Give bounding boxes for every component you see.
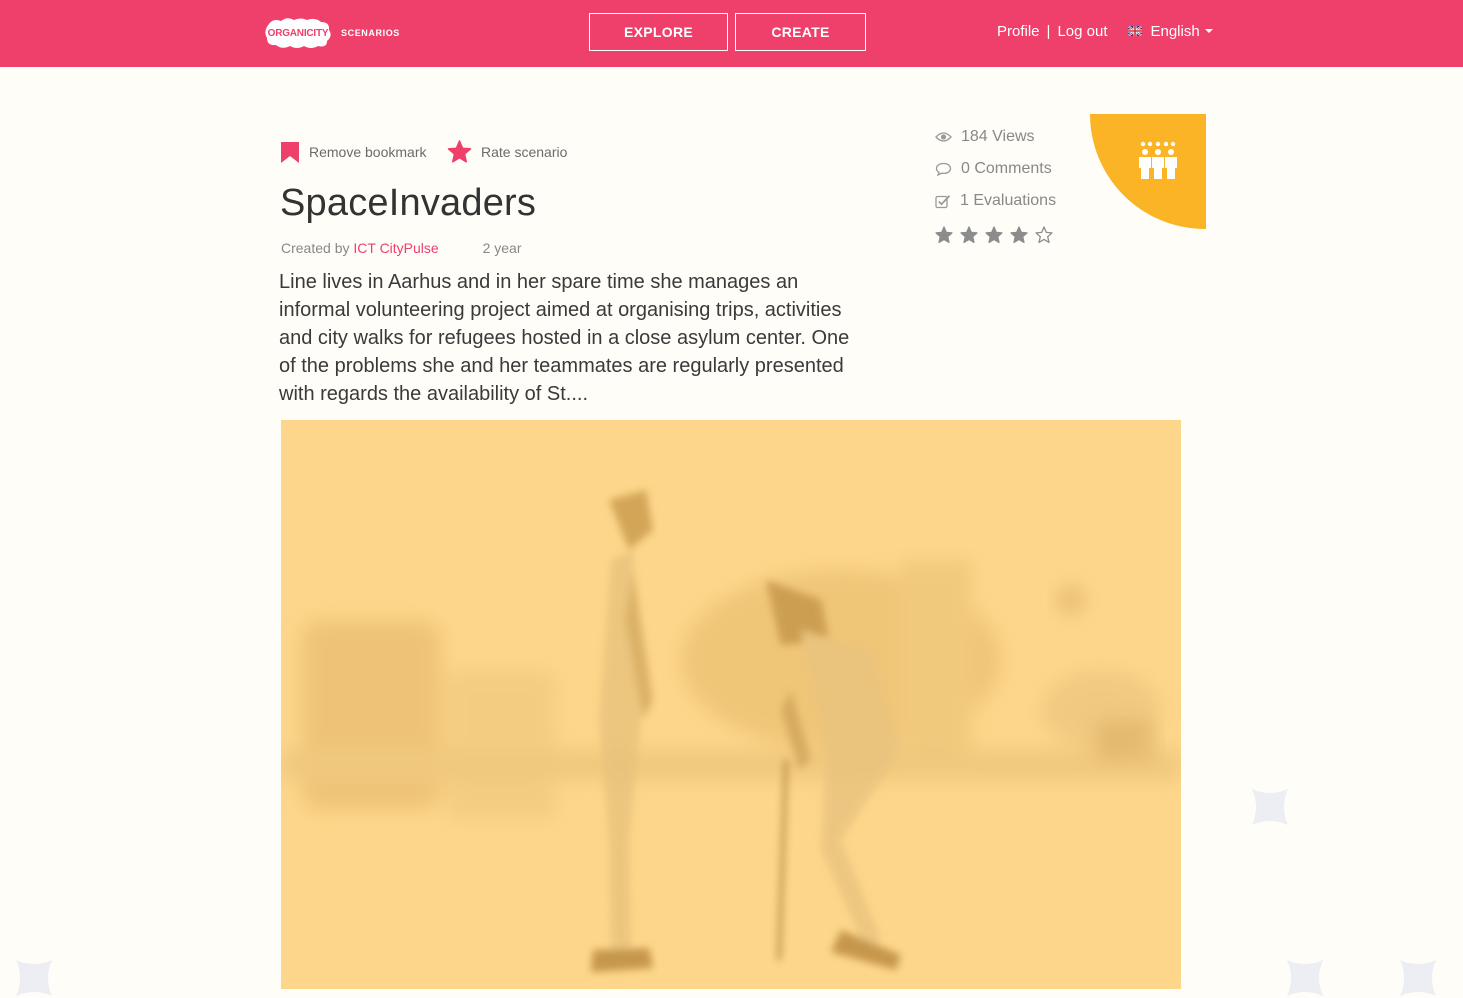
- logo-badge: ORGANICITY: [263, 16, 333, 50]
- language-label: English: [1150, 22, 1200, 40]
- category-badge: [1090, 114, 1206, 229]
- author-link[interactable]: ICT CityPulse: [353, 240, 438, 256]
- logo-text: ORGANICITY: [267, 27, 329, 39]
- star-filled-icon: [985, 226, 1003, 244]
- evaluations-count: 1 Evaluations: [960, 192, 1057, 209]
- top-navbar: ORGANICITY SCENARIOS EXPLORE CREATE Prof…: [0, 0, 1463, 67]
- checkbox-icon: [935, 194, 951, 208]
- user-menu: Profile | Log out English: [997, 20, 1213, 42]
- rating-stars: [935, 226, 1060, 244]
- star-filled-icon: [960, 226, 978, 244]
- eye-icon: [935, 132, 952, 142]
- views-stat: 184 Views: [935, 128, 1035, 146]
- comment-icon: [935, 162, 952, 176]
- star-empty-icon: [1035, 226, 1053, 244]
- sparkle-decoration-icon: [1400, 960, 1436, 996]
- comments-count: 0 Comments: [961, 160, 1052, 177]
- organicity-logo[interactable]: ORGANICITY SCENARIOS: [263, 14, 400, 52]
- bookmark-label: Remove bookmark: [309, 144, 427, 160]
- scenario-age: 2 year: [482, 240, 522, 256]
- star-icon: [447, 140, 472, 163]
- rate-label: Rate scenario: [481, 144, 568, 160]
- language-dropdown[interactable]: English: [1128, 22, 1213, 40]
- evaluations-stat: 1 Evaluations: [935, 192, 1056, 210]
- scenario-title: SpaceInvaders: [280, 182, 537, 224]
- comments-stat: 0 Comments: [935, 160, 1052, 178]
- people-group-icon: [1139, 141, 1177, 179]
- uk-flag-icon: [1128, 26, 1143, 36]
- explore-button[interactable]: EXPLORE: [589, 13, 728, 51]
- scenario-meta: Created by ICT CityPulse 2 year: [281, 240, 522, 256]
- nav-separator: |: [1046, 22, 1051, 40]
- scenario-image: [281, 420, 1181, 989]
- sparkle-decoration-icon: [16, 960, 52, 996]
- views-count: 184 Views: [961, 128, 1035, 145]
- logo-subtitle: SCENARIOS: [341, 28, 400, 38]
- created-by-prefix: Created by: [281, 240, 350, 256]
- logout-link[interactable]: Log out: [1057, 23, 1107, 40]
- create-button[interactable]: CREATE: [735, 13, 866, 51]
- profile-link[interactable]: Profile: [997, 23, 1040, 40]
- scenario-illustration: [281, 490, 1181, 972]
- sparkle-decoration-icon: [1252, 789, 1288, 825]
- scenario-description: Line lives in Aarhus and in her spare ti…: [279, 271, 850, 405]
- star-filled-icon: [935, 226, 953, 244]
- caret-down-icon: [1204, 29, 1213, 33]
- remove-bookmark-button[interactable]: Remove bookmark: [280, 140, 427, 164]
- star-filled-icon: [1010, 226, 1028, 244]
- bookmark-icon: [281, 142, 299, 163]
- sparkle-decoration-icon: [1287, 960, 1323, 996]
- rate-scenario-button[interactable]: Rate scenario: [447, 140, 567, 164]
